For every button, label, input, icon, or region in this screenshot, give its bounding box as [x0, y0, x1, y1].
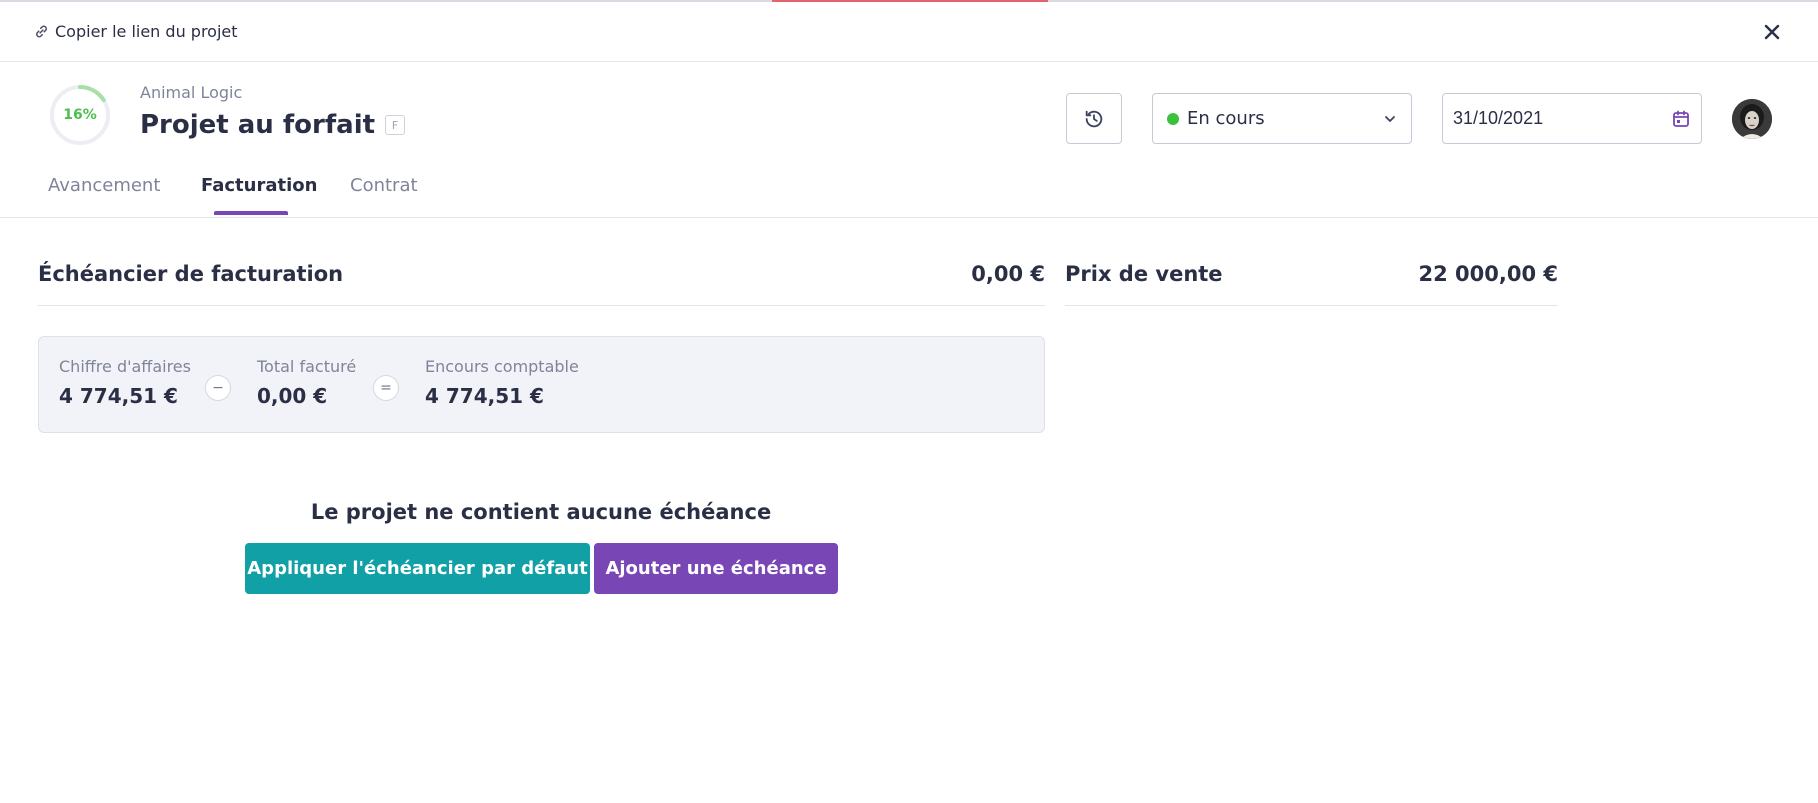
end-date-input[interactable] — [1453, 108, 1653, 129]
revenue-metric: Chiffre d'affaires 4 774,51 € — [59, 357, 191, 408]
outstanding-label: Encours comptable — [425, 357, 579, 376]
copy-link-label: Copier le lien du projet — [55, 22, 238, 41]
invoiced-metric: Total facturé 0,00 € — [257, 357, 356, 408]
billing-schedule-title: Échéancier de facturation — [38, 262, 344, 286]
calendar-icon[interactable] — [1671, 109, 1691, 129]
active-tab-indicator — [214, 211, 288, 215]
sale-price-header: Prix de vente 22 000,00 € — [1065, 262, 1558, 306]
sale-price-value: 22 000,00 € — [1418, 262, 1559, 286]
end-date-field[interactable] — [1442, 93, 1702, 144]
status-select[interactable]: En cours — [1152, 93, 1412, 144]
project-type-badge: F — [385, 115, 406, 135]
tab-contrat[interactable]: Contrat — [350, 175, 418, 196]
link-icon — [36, 25, 47, 38]
sale-price-title: Prix de vente — [1065, 262, 1223, 286]
progress-ring: 16% — [48, 83, 112, 147]
client-name: Animal Logic — [140, 83, 243, 102]
status-label: En cours — [1187, 108, 1265, 129]
empty-schedule-message: Le projet ne contient aucune échéance — [310, 500, 772, 524]
billing-schedule-value: 0,00 € — [971, 262, 1045, 286]
tab-facturation[interactable]: Facturation — [201, 175, 317, 196]
project-header: 16% Animal Logic Projet au forfait F En … — [0, 63, 1818, 218]
project-title: Projet au forfait — [140, 110, 376, 140]
status-dot — [1167, 112, 1179, 125]
tab-avancement[interactable]: Avancement — [48, 175, 160, 196]
title-row: Projet au forfait F — [140, 110, 406, 140]
equals-operator: = — [373, 375, 399, 401]
modal-topbar: Copier le lien du projet — [0, 2, 1818, 62]
history-button[interactable] — [1066, 93, 1122, 144]
avatar[interactable] — [1732, 99, 1772, 139]
progress-percent: 16% — [63, 107, 97, 123]
add-installment-button[interactable]: Ajouter une échéance — [594, 543, 838, 594]
financial-summary: Chiffre d'affaires 4 774,51 € − Total fa… — [38, 336, 1045, 433]
copy-project-link[interactable]: Copier le lien du projet — [34, 22, 238, 41]
invoiced-value: 0,00 € — [257, 384, 328, 408]
revenue-value: 4 774,51 € — [59, 384, 178, 408]
history-icon — [1085, 110, 1103, 127]
revenue-label: Chiffre d'affaires — [59, 357, 191, 376]
apply-default-schedule-button[interactable]: Appliquer l'échéancier par défaut — [245, 543, 590, 594]
minus-operator: − — [205, 375, 231, 401]
billing-schedule-header: Échéancier de facturation 0,00 € — [38, 262, 1045, 306]
invoiced-label: Total facturé — [257, 357, 357, 376]
close-icon — [1764, 24, 1780, 40]
close-button[interactable] — [1760, 20, 1784, 44]
chevron-down-icon — [1385, 115, 1395, 122]
outstanding-value: 4 774,51 € — [425, 384, 544, 408]
outstanding-metric: Encours comptable 4 774,51 € — [425, 357, 579, 408]
